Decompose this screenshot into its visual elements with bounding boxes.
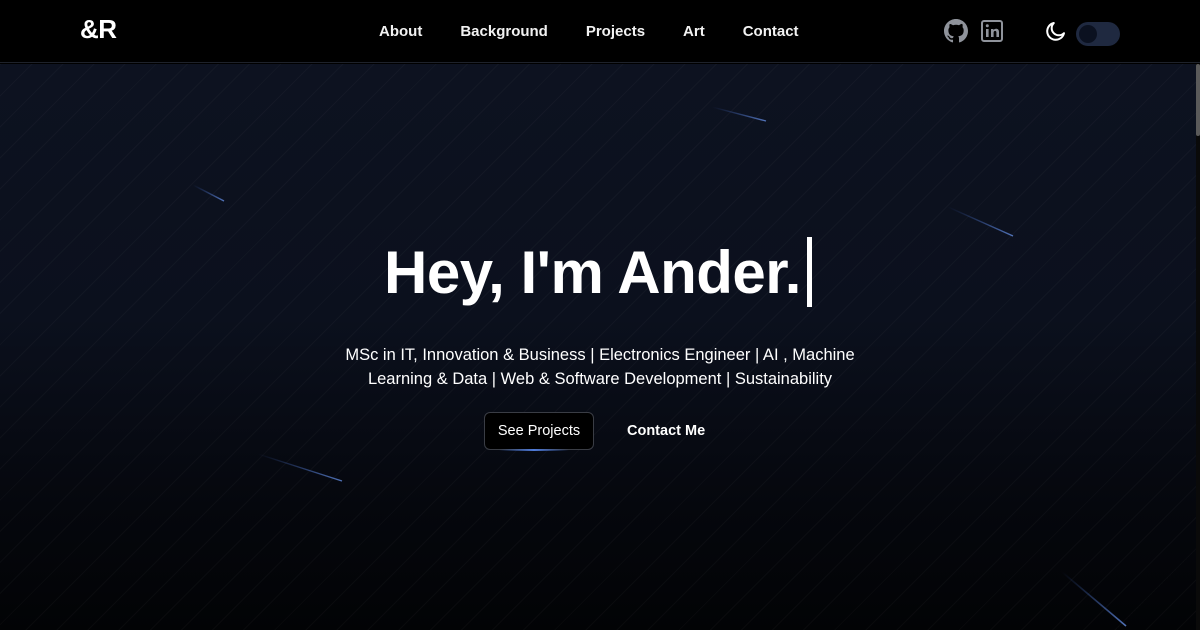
nav-link-projects[interactable]: Projects <box>567 23 664 40</box>
social-links <box>944 19 1004 43</box>
moon-icon <box>1044 19 1068 48</box>
hero-section: Hey, I'm Ander. MSc in IT, Innovation & … <box>0 64 1196 630</box>
nav-link-background[interactable]: Background <box>441 23 567 40</box>
light-streak <box>711 106 767 122</box>
hero-actions: See Projects Contact Me <box>484 412 705 451</box>
nav-link-art[interactable]: Art <box>664 23 724 40</box>
nav-links: About Background Projects Art Contact <box>360 0 818 63</box>
light-streak <box>257 453 343 482</box>
button-glow <box>499 449 569 451</box>
github-icon[interactable] <box>944 19 968 43</box>
contact-me-button[interactable]: Contact Me <box>627 423 705 439</box>
scrollbar[interactable] <box>1196 64 1200 630</box>
linkedin-icon[interactable] <box>980 19 1004 43</box>
toggle-knob <box>1079 24 1097 43</box>
scrollbar-thumb[interactable] <box>1196 64 1200 136</box>
see-projects-label: See Projects <box>497 423 581 439</box>
light-streak <box>947 206 1014 237</box>
see-projects-button[interactable]: See Projects <box>484 412 594 451</box>
dark-mode-toggle[interactable] <box>1076 21 1120 46</box>
navbar: &R About Background Projects Art Contact <box>0 0 1200 63</box>
hero-title: Hey, I'm Ander. <box>0 237 1196 307</box>
nav-link-about[interactable]: About <box>360 23 441 40</box>
light-streak <box>192 184 225 202</box>
typing-cursor <box>806 237 812 307</box>
hero-subtitle: MSc in IT, Innovation & Business | Elect… <box>345 346 855 388</box>
site-logo[interactable]: &R <box>80 14 117 45</box>
hero-title-text: Hey, I'm Ander. <box>384 239 801 306</box>
light-streak <box>1061 571 1127 627</box>
theme-switcher <box>1044 19 1120 48</box>
nav-link-contact[interactable]: Contact <box>724 23 818 40</box>
